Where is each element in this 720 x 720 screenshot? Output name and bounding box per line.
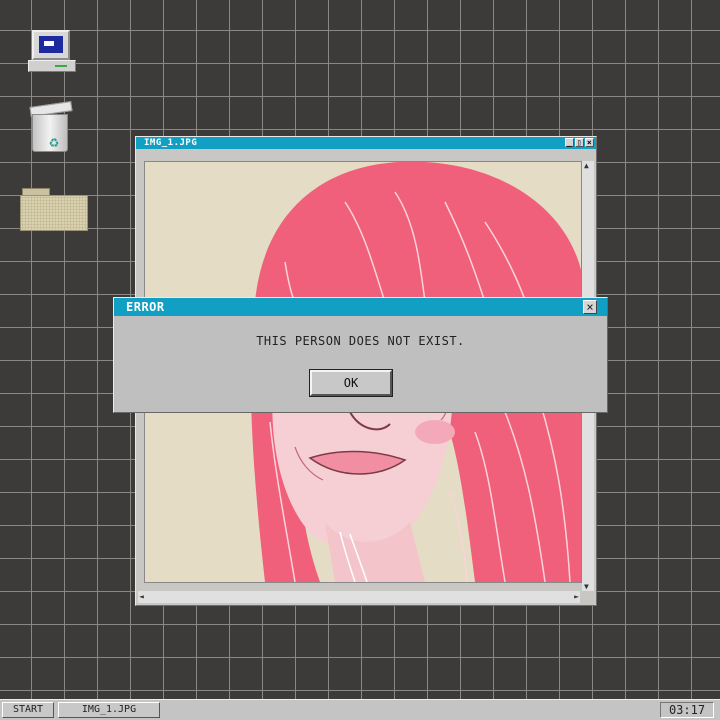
computer-base-shape [28,60,76,72]
horizontal-scrollbar[interactable]: ◄ ► [138,591,580,603]
image-window-title: IMG_1.JPG [144,138,198,148]
taskbar-item-image-window[interactable]: IMG_1.JPG [58,702,160,718]
error-message: THIS PERSON DOES NOT EXIST. [256,334,465,348]
taskbar: START IMG_1.JPG 03:17 [0,699,720,720]
error-dialog-title: ERROR [126,300,165,314]
bin-can-shape: ♻ [32,114,68,152]
error-dialog-titlebar[interactable]: ERROR [114,298,607,316]
image-window-titlebar[interactable]: IMG_1.JPG _ ▯ × [136,137,596,149]
taskbar-clock: 03:17 [660,702,714,718]
minimize-button[interactable]: _ [565,138,574,147]
scroll-down-icon[interactable]: ▼ [584,582,589,591]
monitor-shape [32,30,70,60]
scroll-right-icon[interactable]: ► [574,592,579,601]
error-close-button[interactable]: × [583,300,597,314]
computer-icon[interactable] [28,30,76,74]
ok-button[interactable]: OK [309,369,393,397]
recycle-symbol-icon: ♻ [49,132,59,151]
scroll-left-icon[interactable]: ◄ [139,592,144,601]
close-button[interactable]: × [585,138,594,147]
recycle-bin-icon[interactable]: ♻ [28,101,74,152]
maximize-button[interactable]: ▯ [575,138,584,147]
folder-icon[interactable] [20,188,90,232]
scroll-up-icon[interactable]: ▲ [584,161,589,170]
folder-body-shape [20,195,88,231]
error-dialog: ERROR × THIS PERSON DOES NOT EXIST. OK [113,297,608,413]
start-button[interactable]: START [2,702,54,718]
